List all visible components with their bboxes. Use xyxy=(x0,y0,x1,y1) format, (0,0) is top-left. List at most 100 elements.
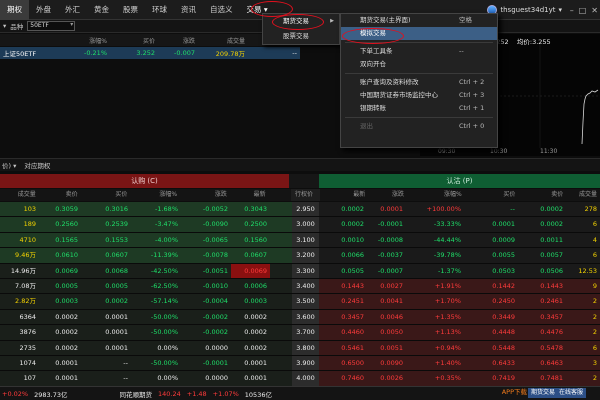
call-cells: 6364 0.0002 0.0001 -50.00% -0.0002 0.0002 xyxy=(0,309,292,325)
put-cells: 0.1443 0.0027 +1.91% 0.1442 0.1443 9 xyxy=(319,278,600,294)
nav-tab-news[interactable]: 资讯 xyxy=(174,0,203,20)
menu-item-futures-trade[interactable]: 期货交易 ▶ xyxy=(263,14,339,29)
strike-col: 行权价 xyxy=(290,189,321,201)
futures-trade-button[interactable]: 期货交易 xyxy=(527,388,558,398)
price-type-select[interactable]: 价) ▾ xyxy=(2,160,16,170)
table-row[interactable]: 189 0.2560 0.2539 -3.47% -0.0090 0.2500 3.000 0… xyxy=(0,217,600,233)
menu-item-exit[interactable]: 退出 Ctrl + 0 xyxy=(341,120,497,133)
menu-item-stock-trade[interactable]: 股票交易 xyxy=(263,29,339,44)
put-bid: 0.0055 xyxy=(492,251,515,260)
call-last: 0.0003 xyxy=(244,297,267,306)
put-cells: 0.0066 -0.0037 -39.78% 0.0055 0.0057 6 xyxy=(319,248,600,263)
put-ask: 0.1443 xyxy=(540,281,563,290)
call-spacer xyxy=(270,202,292,216)
table-row[interactable]: 103 0.3059 0.3016 -1.68% -0.0052 0.3043 2.950 0… xyxy=(0,202,600,218)
symbol-select[interactable]: 50ETF xyxy=(27,21,76,31)
call-ask: 0.1565 xyxy=(55,235,78,244)
menu-item-futures-main[interactable]: 期货交易(主界面) 空格 xyxy=(341,14,497,27)
quote-row[interactable]: 上证50ETF -0.21% 3.252 -0.007 209.78万 -- xyxy=(0,47,300,59)
chevron-down-icon: ▾ xyxy=(558,6,562,14)
put-cells: 0.0002 0.0001 +100.00% -- 0.0002 278 xyxy=(319,202,600,217)
menu-item-monitoring-center[interactable]: 中国期货证券市场监控中心 Ctrl + 3 xyxy=(341,89,497,102)
quote-price: 3.252 xyxy=(136,49,155,57)
nav-tab-options[interactable]: 期权 xyxy=(0,0,29,20)
online-service-button[interactable]: 在线客服 xyxy=(555,388,586,398)
put-bid: 0.3449 xyxy=(492,312,515,321)
call-header: 认购 (C) xyxy=(0,174,289,188)
put-cells: 0.3457 0.0046 +1.35% 0.3449 0.3457 2 xyxy=(319,309,600,325)
call-last: 0.0006 xyxy=(244,281,267,290)
menu-item-account-query[interactable]: 账户查询及资料修改 Ctrl + 2 xyxy=(341,76,497,89)
quote-change: -0.007 xyxy=(174,49,195,57)
call-cells: 7.08万 0.0005 0.0005 -62.50% -0.0010 0.0006 xyxy=(0,278,292,294)
call-ask: 0.0005 xyxy=(55,281,78,290)
menu-item-label: 账户查询及资料修改 xyxy=(360,78,419,86)
table-row[interactable]: 14.96万 0.0069 0.0068 -42.50% -0.0051 0.0069 3.… xyxy=(0,263,600,279)
call-volume: 107 xyxy=(23,374,36,383)
call-last: 0.3043 xyxy=(244,205,267,213)
menu-item-label: 双向开仓 xyxy=(360,60,386,68)
put-chg-pct: +1.35% xyxy=(434,312,461,321)
put-ask: 0.4476 xyxy=(540,328,563,337)
call-bid: 0.0002 xyxy=(105,297,128,306)
call-change: 0.0000 xyxy=(205,374,228,383)
call-bid: 0.0607 xyxy=(105,251,128,260)
put-volume: 2 xyxy=(592,297,597,306)
put-ask: 0.3457 xyxy=(540,312,563,321)
section-header: 认购 (C) 认沽 (P) xyxy=(0,174,600,188)
table-row[interactable]: 1074 0.0001 -- -50.00% -0.0001 0.0001 3.900 0.6… xyxy=(0,355,600,372)
quote-col-volume: 成交量 xyxy=(226,37,245,45)
table-row[interactable]: 7.08万 0.0005 0.0005 -62.50% -0.0010 0.0006 3.4… xyxy=(0,278,600,295)
menu-item-label: 模拟交易 xyxy=(360,29,386,37)
call-ask: 0.0610 xyxy=(55,251,78,260)
call-ask: 0.0003 xyxy=(55,297,78,306)
status-price: 140.24 xyxy=(158,389,181,398)
nav-tab-gold[interactable]: 黄金 xyxy=(87,0,116,20)
maximize-icon[interactable]: □ xyxy=(579,6,587,15)
call-change: 0.0000 xyxy=(205,343,228,352)
nav-tab-global[interactable]: 环球 xyxy=(145,0,174,20)
put-cells: 0.4460 0.0050 +1.13% 0.4448 0.4476 2 xyxy=(319,325,600,340)
call-bid: 0.0001 xyxy=(105,328,128,337)
call-bid: 0.1553 xyxy=(105,235,128,244)
put-last: 0.0505 xyxy=(341,266,364,275)
collapse-icon[interactable]: ▾ xyxy=(3,22,6,30)
call-cells: 189 0.2560 0.2539 -3.47% -0.0090 0.2500 xyxy=(0,217,292,232)
put-ask: 0.0506 xyxy=(540,266,563,275)
menu-item-simulated-trade[interactable]: 模拟交易 xyxy=(341,27,497,40)
put-last: 0.0010 xyxy=(341,235,364,244)
put-last: 0.0002 xyxy=(341,205,364,213)
table-row[interactable]: 4710 0.1565 0.1553 -4.00% -0.0065 0.1560 3.100… xyxy=(0,232,600,249)
put-last: 0.6500 xyxy=(341,358,364,367)
table-row[interactable]: 2.82万 0.0003 0.0002 -57.14% -0.0004 0.0003 3.5… xyxy=(0,294,600,310)
put-cells: 0.5461 0.0051 +0.94% 0.5448 0.5478 6 xyxy=(319,340,600,355)
call-bid: 0.2539 xyxy=(105,220,128,229)
call-spacer xyxy=(270,294,292,308)
menu-item-order-toolbar[interactable]: 下单工具条 -- xyxy=(341,45,497,58)
call-bid: 0.3016 xyxy=(105,205,128,213)
table-row[interactable]: 3876 0.0002 0.0001 -50.00% -0.0002 0.0002 3.70… xyxy=(0,325,600,341)
app-download-link[interactable]: APP下载 xyxy=(499,387,530,398)
put-bid: -- xyxy=(510,205,515,213)
put-change: -0.0001 xyxy=(377,220,403,229)
call-ask: 0.0001 xyxy=(55,374,78,383)
menu-item-bank-transfer[interactable]: 银期转账 Ctrl + 1 xyxy=(341,102,497,115)
quote-chg-pct: -0.21% xyxy=(84,49,107,57)
close-icon[interactable]: ✕ xyxy=(591,6,598,15)
table-row[interactable]: 6364 0.0002 0.0001 -50.00% -0.0002 0.0002 3.60… xyxy=(0,309,600,326)
nav-tab-foreign-market[interactable]: 外盘 xyxy=(29,0,58,20)
menu-item-two-way-open[interactable]: 双向开仓 xyxy=(341,58,497,71)
call-col-bid: 买价 xyxy=(115,191,128,198)
table-row[interactable]: 2735 0.0002 0.0001 0.00% 0.0000 0.0002 3.800 0.… xyxy=(0,340,600,356)
call-change: -0.0078 xyxy=(202,251,228,260)
put-change: 0.0051 xyxy=(380,343,403,352)
strike-price: 3.100 xyxy=(292,232,319,248)
table-row[interactable]: 9.46万 0.0610 0.0607 -11.39% -0.0078 0.0607 3.2… xyxy=(0,248,600,264)
nav-tab-forex[interactable]: 外汇 xyxy=(58,0,87,20)
user-menu[interactable]: thsguest34d1yt ▾ xyxy=(487,0,562,20)
nav-tab-stocks[interactable]: 股票 xyxy=(116,0,145,20)
table-row[interactable]: 107 0.0001 -- 0.00% 0.0000 0.0001 4.000 0.7460 0… xyxy=(0,371,600,387)
call-last: 0.0002 xyxy=(244,343,267,352)
minimize-icon[interactable]: – xyxy=(570,6,574,15)
nav-tab-custom[interactable]: 自选义 xyxy=(203,0,240,20)
